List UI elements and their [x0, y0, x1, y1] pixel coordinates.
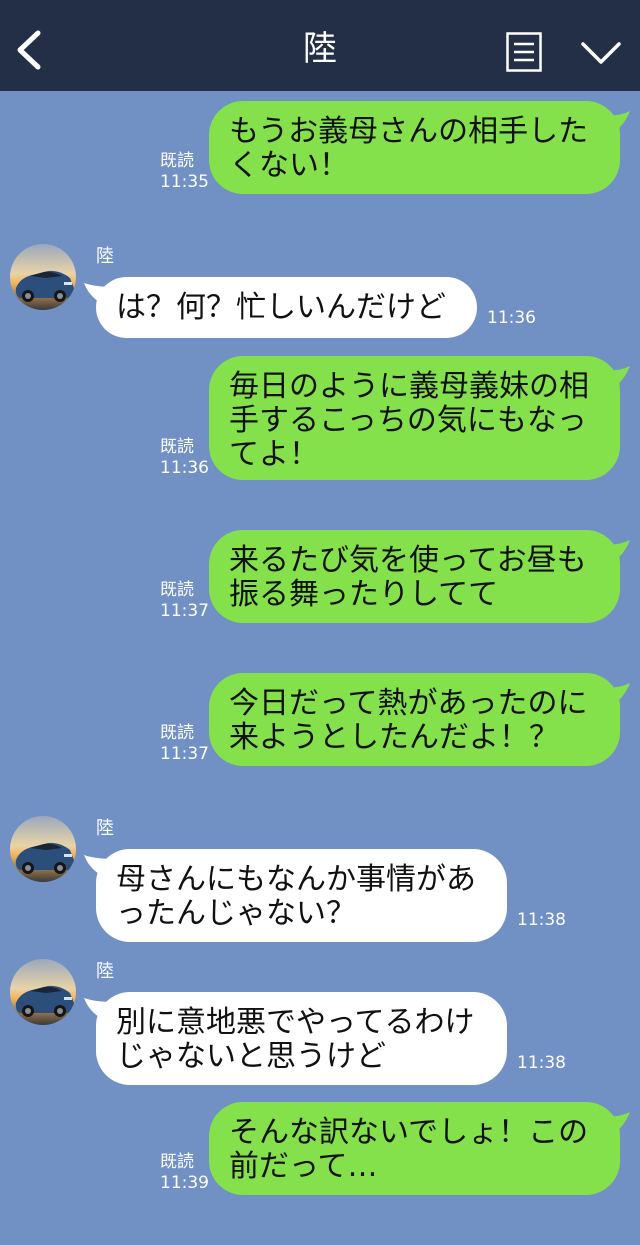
message-text-line: は？何？忙しいんだけど	[116, 290, 446, 325]
sender-name: 陸	[96, 961, 114, 982]
message-bubble[interactable]: 別に意地悪でやってるわけ じゃないと思うけど	[96, 992, 507, 1085]
message-bubble[interactable]: 今日だって熱があったのに 来ようとしたんだよ！？	[209, 673, 620, 766]
message-time: 11:39	[160, 1173, 209, 1193]
message-meta: 既読 11:39	[160, 1152, 209, 1194]
message-time: 11:37	[160, 601, 209, 621]
note-list-icon[interactable]	[506, 32, 542, 72]
message-time: 11:37	[160, 744, 209, 764]
message-meta: 既読 11:37	[160, 723, 209, 765]
message-text-line: もうお義母さんの相手した	[229, 114, 589, 149]
message-text-line: くない！	[229, 148, 349, 183]
message-text-line: 毎日のように義母義妹の相	[229, 369, 589, 404]
sender-name: 陸	[96, 246, 114, 267]
message-bubble[interactable]: そんな訳ないでしょ！この 前だって…	[209, 1102, 620, 1195]
message-text-line: そんな訳ないでしょ！この	[229, 1115, 589, 1150]
message-bubble[interactable]: 毎日のように義母義妹の相 手するこっちの気にもなっ てよ！	[209, 356, 620, 480]
message-meta: 既読 11:35	[160, 151, 209, 193]
message-time: 11:38	[517, 1053, 566, 1073]
chevron-down-icon[interactable]	[580, 40, 622, 66]
message-text-line: 来るたび気を使ってお昼も	[229, 543, 587, 578]
sender-name: 陸	[96, 818, 114, 839]
read-receipt: 既読	[160, 437, 194, 457]
message-text-line: 手するこっちの気にもなっ	[229, 403, 587, 438]
message-text-line: 前だって…	[229, 1149, 378, 1184]
message-time: 11:38	[517, 910, 566, 930]
message-time: 11:36	[160, 458, 209, 478]
message-time: 11:35	[160, 172, 209, 192]
read-receipt: 既読	[160, 1152, 194, 1172]
message-bubble[interactable]: 来るたび気を使ってお昼も 振る舞ったりしてて	[209, 530, 620, 623]
message-meta: 既読 11:37	[160, 580, 209, 622]
avatar[interactable]	[10, 244, 76, 310]
message-text-line: てよ！	[229, 437, 319, 472]
message-text-line: 今日だって熱があったのに	[229, 686, 588, 721]
message-bubble[interactable]: 母さんにもなんか事情があ ったんじゃない？	[96, 849, 507, 942]
message-bubble[interactable]: もうお義母さんの相手した くない！	[209, 101, 620, 194]
message-text-line: 来ようとしたんだよ！？	[229, 720, 559, 755]
avatar[interactable]	[10, 959, 76, 1025]
message-text-line: 振る舞ったりしてて	[229, 577, 499, 612]
chat-header: 陸	[0, 0, 640, 91]
read-receipt: 既読	[160, 723, 194, 743]
message-text-line: 母さんにもなんか事情があ	[116, 862, 476, 897]
message-bubble[interactable]: は？何？忙しいんだけど	[96, 277, 477, 338]
message-text-line: 別に意地悪でやってるわけ	[116, 1005, 475, 1040]
message-meta: 既読 11:36	[160, 437, 209, 479]
avatar[interactable]	[10, 816, 76, 882]
read-receipt: 既読	[160, 151, 194, 171]
read-receipt: 既読	[160, 580, 194, 600]
message-text-line: じゃないと思うけど	[116, 1039, 386, 1074]
message-text-line: ったんじゃない？	[116, 896, 356, 931]
chat-title: 陸	[303, 29, 337, 69]
message-time: 11:36	[487, 308, 536, 328]
